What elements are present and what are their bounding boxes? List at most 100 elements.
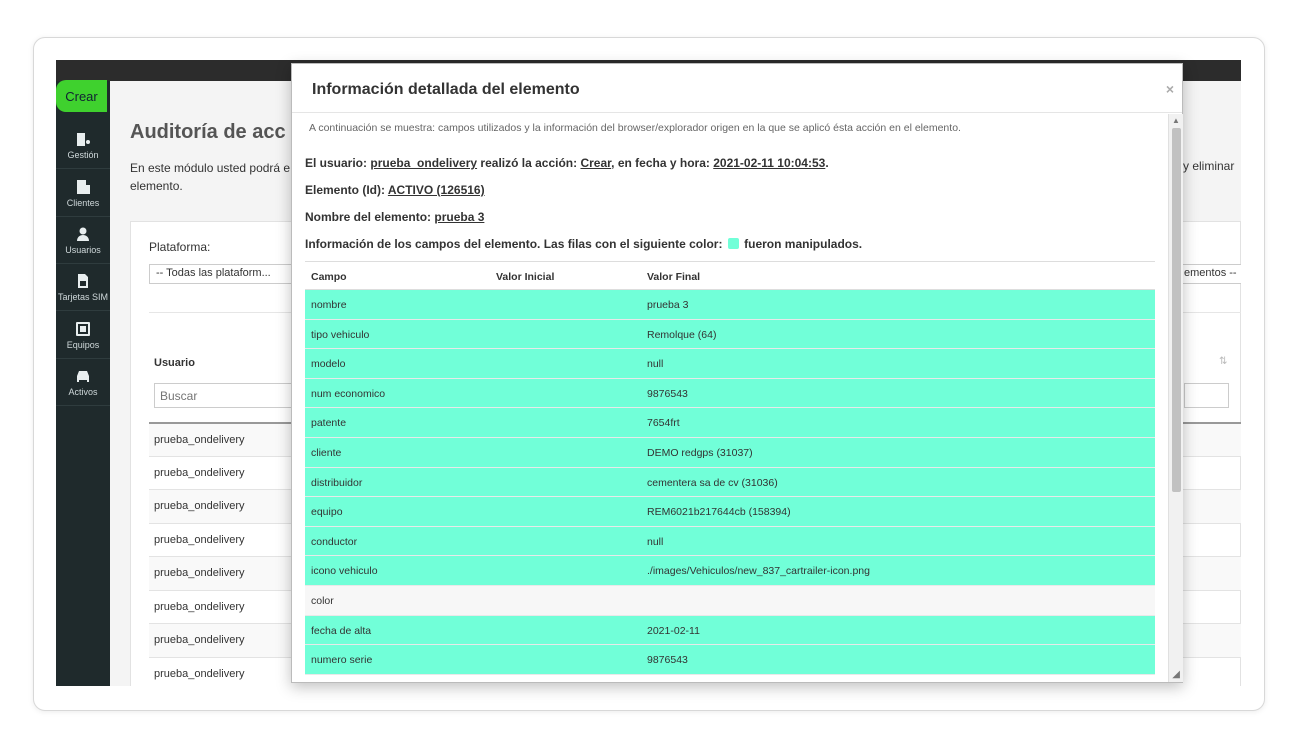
cell-campo: conductor [311,535,358,548]
fields-info-prefix: Información de los campos del elemento. … [305,237,723,251]
modal-intro: A continuación se muestra: campos utiliz… [309,122,961,134]
table-row: icono vehiculo ./images/Vehiculos/new_837… [305,556,1155,586]
modal-header: Información detallada del elemento × [292,64,1182,113]
table-row: nombre prueba 3 [305,290,1155,320]
cell-valor-final: 9876543 [647,387,688,400]
cell-campo: tipo vehiculo [311,328,370,341]
column-header-usuario[interactable]: Usuario [154,357,195,369]
cell-valor-final: 2021-02-11 [647,624,700,637]
table-body: nombre prueba 3 tipo vehiculo Remolque (64)… [305,290,1155,675]
cell-valor-final: REM6021b217644cb (158394) [647,506,791,519]
fields-info-suffix: fueron manipulados. [744,237,863,251]
user-link[interactable]: prueba_ondelivery [370,156,477,170]
table-row: numero serie 9876543 [305,645,1155,675]
sort-icon[interactable]: ⇅ [1219,356,1227,367]
cell-campo: fecha de alta [311,624,372,637]
cell-campo: num economico [311,387,386,400]
cell-valor-final: ./images/Vehiculos/new_837_cartrailer-ic… [647,565,870,578]
sidebar-item-label: Clientes [66,197,100,208]
sidebar-item-clientes[interactable]: Clientes [56,170,110,217]
element-id-link[interactable]: ACTIVO (126516) [388,183,485,197]
building-icon [75,179,91,195]
user-action-line: El usuario: prueba_ondelivery realizó la… [305,156,829,170]
page-description-right: y eliminar [1183,159,1235,173]
cell-campo: patente [311,417,347,430]
name-prefix: Nombre del elemento: [305,210,432,224]
user-prefix: El usuario: [305,156,368,170]
column-header-valor-final: Valor Final [647,271,701,283]
element-name-line: Nombre del elemento: prueba 3 [305,210,484,224]
cell-valor-final: Remolque (64) [647,328,717,341]
cell-campo: nombre [311,299,347,311]
period: . [825,156,829,170]
table-row: modelo null [305,349,1155,379]
fields-info-line: Información de los campos del elemento. … [305,237,862,251]
table-row: num economico 9876543 [305,378,1155,409]
date-prefix: , en fecha y hora: [611,156,710,170]
cell-valor-final: DEMO redgps (31037) [647,446,753,459]
element-name-link[interactable]: prueba 3 [434,210,484,224]
sidebar-item-activos[interactable]: Activos [56,359,110,406]
modal-scrollbar[interactable]: ▲ [1168,114,1183,682]
scroll-thumb[interactable] [1172,128,1181,492]
cell-valor-final: 9876543 [647,654,688,667]
create-button[interactable]: Crear [56,80,107,112]
search-input-right[interactable] [1184,383,1229,408]
cell-valor-final: cementera sa de cv (31036) [647,476,778,489]
cell-campo: distribuidor [311,476,363,489]
action-prefix: realizó la acción: [480,156,578,170]
table-row: color [305,585,1155,616]
table-row: patente 7654frt [305,408,1155,438]
datetime-link[interactable]: 2021-02-11 10:04:53 [713,156,825,170]
cell-campo: color [311,594,334,607]
close-icon[interactable]: × [1166,81,1174,97]
car-icon [75,368,91,384]
action-link[interactable]: Crear [580,156,611,170]
scroll-up-icon[interactable]: ▲ [1172,116,1180,125]
cell-valor-final: prueba 3 [647,299,689,311]
elements-select[interactable]: ementos -- [1181,264,1241,284]
table-row: equipo REM6021b217644cb (158394) [305,497,1155,527]
sidebar-item-label: Equipos [66,339,100,350]
sidebar-item-label: Usuarios [65,244,101,255]
sidebar-item-gestion[interactable]: Gestión [56,122,110,169]
element-id-line: Elemento (Id): ACTIVO (126516) [305,183,485,197]
cell-valor-final: 7654frt [647,417,680,430]
table-row: conductor null [305,526,1155,557]
sidebar-item-label: Tarjetas SIM [57,291,108,302]
table-row: cliente DEMO redgps (31037) [305,437,1155,468]
cell-campo: icono vehiculo [311,565,378,578]
sidebar-item-usuarios[interactable]: Usuarios [56,217,110,264]
search-input[interactable] [154,383,294,408]
page-title: Auditoría de acc [130,121,286,143]
fields-table: Campo Valor Inicial Valor Final nombre pr… [305,261,1155,675]
user-icon [75,226,91,242]
column-header-valor-inicial: Valor Inicial [496,271,555,283]
cell-campo: equipo [311,506,343,519]
table-row: fecha de alta 2021-02-11 [305,615,1155,646]
platform-label: Plataforma: [149,240,211,254]
resize-grip-icon[interactable]: ◢ [1172,669,1180,680]
cell-campo: numero serie [311,654,373,667]
sidebar-item-label: Gestión [67,149,99,160]
table-row: tipo vehiculo Remolque (64) [305,319,1155,350]
cell-campo: cliente [311,446,342,459]
cell-campo: modelo [311,358,346,371]
platform-select[interactable]: -- Todas las plataform... [149,264,309,284]
page-description: En este módulo usted podrá e elemento. [130,161,291,193]
highlight-swatch [727,238,739,249]
building-gear-icon [75,131,91,147]
column-header-campo: Campo [311,271,347,283]
sidebar-item-tarjetas-sim[interactable]: Tarjetas SIM [56,264,110,311]
sim-card-icon [75,273,91,289]
element-detail-modal: Información detallada del elemento × A c… [291,63,1183,683]
device-icon [75,321,91,337]
element-prefix: Elemento (Id): [305,183,385,197]
table-header: Campo Valor Inicial Valor Final [305,261,1155,290]
cell-valor-final: null [647,535,664,548]
modal-body: A continuación se muestra: campos utiliz… [292,114,1168,682]
modal-title: Información detallada del elemento [312,81,580,98]
table-row: distribuidor cementera sa de cv (31036) [305,467,1155,498]
sidebar-item-equipos[interactable]: Equipos [56,312,110,359]
sidebar: Gestión Clientes Usuarios Tarjetas SIM E… [56,81,110,686]
